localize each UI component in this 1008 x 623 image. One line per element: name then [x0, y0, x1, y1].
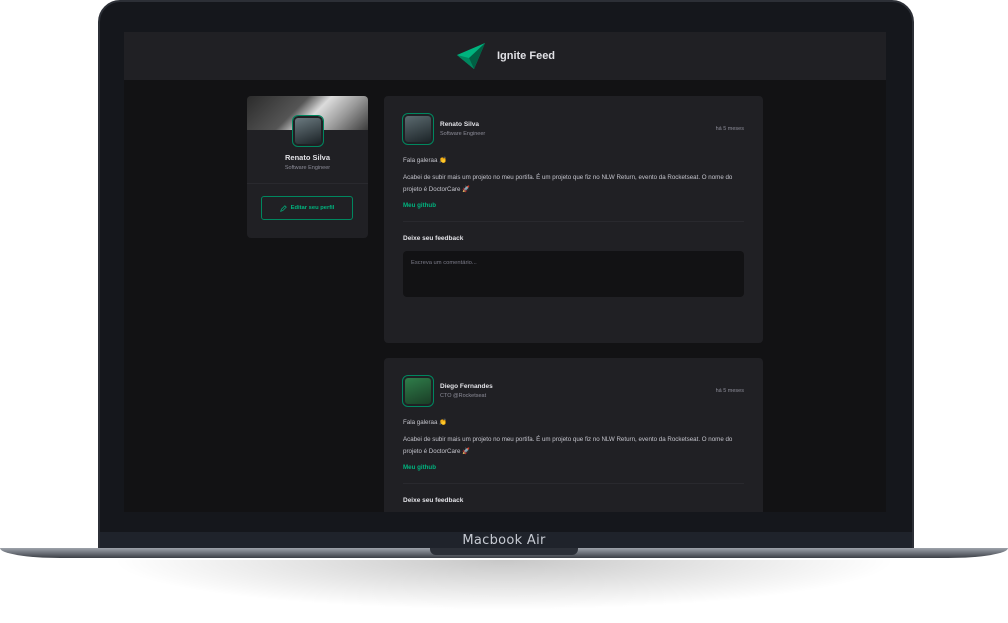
- post-body: Acabei de subir mais um projeto no meu p…: [403, 436, 733, 455]
- comment-input[interactable]: Escreva um comentário...: [403, 251, 744, 297]
- macbook-mockup: Ignite Feed Renato Silva Software Engine…: [0, 0, 1008, 623]
- post-time: há 5 meses: [715, 126, 744, 132]
- author-name: Diego Fernandes: [440, 383, 493, 390]
- profile-info: Renato Silva Software Engineer: [247, 115, 368, 171]
- post-content: Fala galeraa 👏 Acabei de subir mais um p…: [403, 417, 744, 458]
- app-title: Ignite Feed: [496, 50, 556, 62]
- avatar[interactable]: [402, 375, 434, 407]
- post-author: Diego Fernandes CTO @Rocketseat: [402, 375, 493, 407]
- author-info: Renato Silva Software Engineer: [440, 121, 485, 137]
- edit-profile-button[interactable]: Editar seu perfil: [261, 196, 353, 220]
- post-header: Diego Fernandes CTO @Rocketseat há 5 mes…: [402, 375, 744, 407]
- edit-profile-label: Editar seu perfil: [290, 205, 335, 211]
- profile-role: Software Engineer: [284, 165, 331, 171]
- post-card: Diego Fernandes CTO @Rocketseat há 5 mes…: [384, 358, 763, 512]
- posts-feed: Renato Silva Software Engineer há 5 mese…: [384, 96, 763, 512]
- post-time: há 5 meses: [715, 388, 744, 394]
- author-role: CTO @Rocketseat: [440, 393, 487, 399]
- author-name: Renato Silva: [440, 121, 480, 128]
- app-screen: Ignite Feed Renato Silva Software Engine…: [124, 32, 886, 512]
- device-shadow: [110, 560, 898, 610]
- author-info: Diego Fernandes CTO @Rocketseat: [440, 383, 493, 399]
- post-greeting: Fala galeraa 👏: [403, 419, 447, 426]
- profile-footer: Editar seu perfil: [247, 183, 368, 232]
- ignite-logo-icon: [456, 43, 485, 69]
- profile-sidebar: Renato Silva Software Engineer Editar se…: [247, 96, 368, 238]
- post-header: Renato Silva Software Engineer há 5 mese…: [402, 113, 744, 145]
- device-label: Macbook Air: [462, 533, 546, 548]
- post-greeting: Fala galeraa 👏: [403, 157, 447, 164]
- profile-name: Renato Silva: [284, 153, 330, 162]
- avatar[interactable]: [291, 115, 324, 147]
- github-link[interactable]: Meu github: [403, 202, 744, 209]
- feedback-title: Deixe seu feedback: [403, 235, 464, 242]
- laptop-notch: [430, 548, 578, 555]
- post-body: Acabei de subir mais um projeto no meu p…: [403, 174, 733, 193]
- divider: [403, 483, 744, 484]
- feedback-title: Deixe seu feedback: [403, 497, 464, 504]
- github-link[interactable]: Meu github: [403, 464, 744, 471]
- post-author: Renato Silva Software Engineer: [402, 113, 485, 145]
- author-role: Software Engineer: [440, 131, 486, 137]
- avatar[interactable]: [402, 113, 434, 145]
- divider: [403, 221, 744, 222]
- post-content: Fala galeraa 👏 Acabei de subir mais um p…: [403, 155, 744, 196]
- main-wrapper: Renato Silva Software Engineer Editar se…: [247, 96, 763, 512]
- app-header: Ignite Feed: [124, 32, 886, 80]
- post-card: Renato Silva Software Engineer há 5 mese…: [384, 96, 763, 343]
- pencil-icon: [279, 204, 287, 212]
